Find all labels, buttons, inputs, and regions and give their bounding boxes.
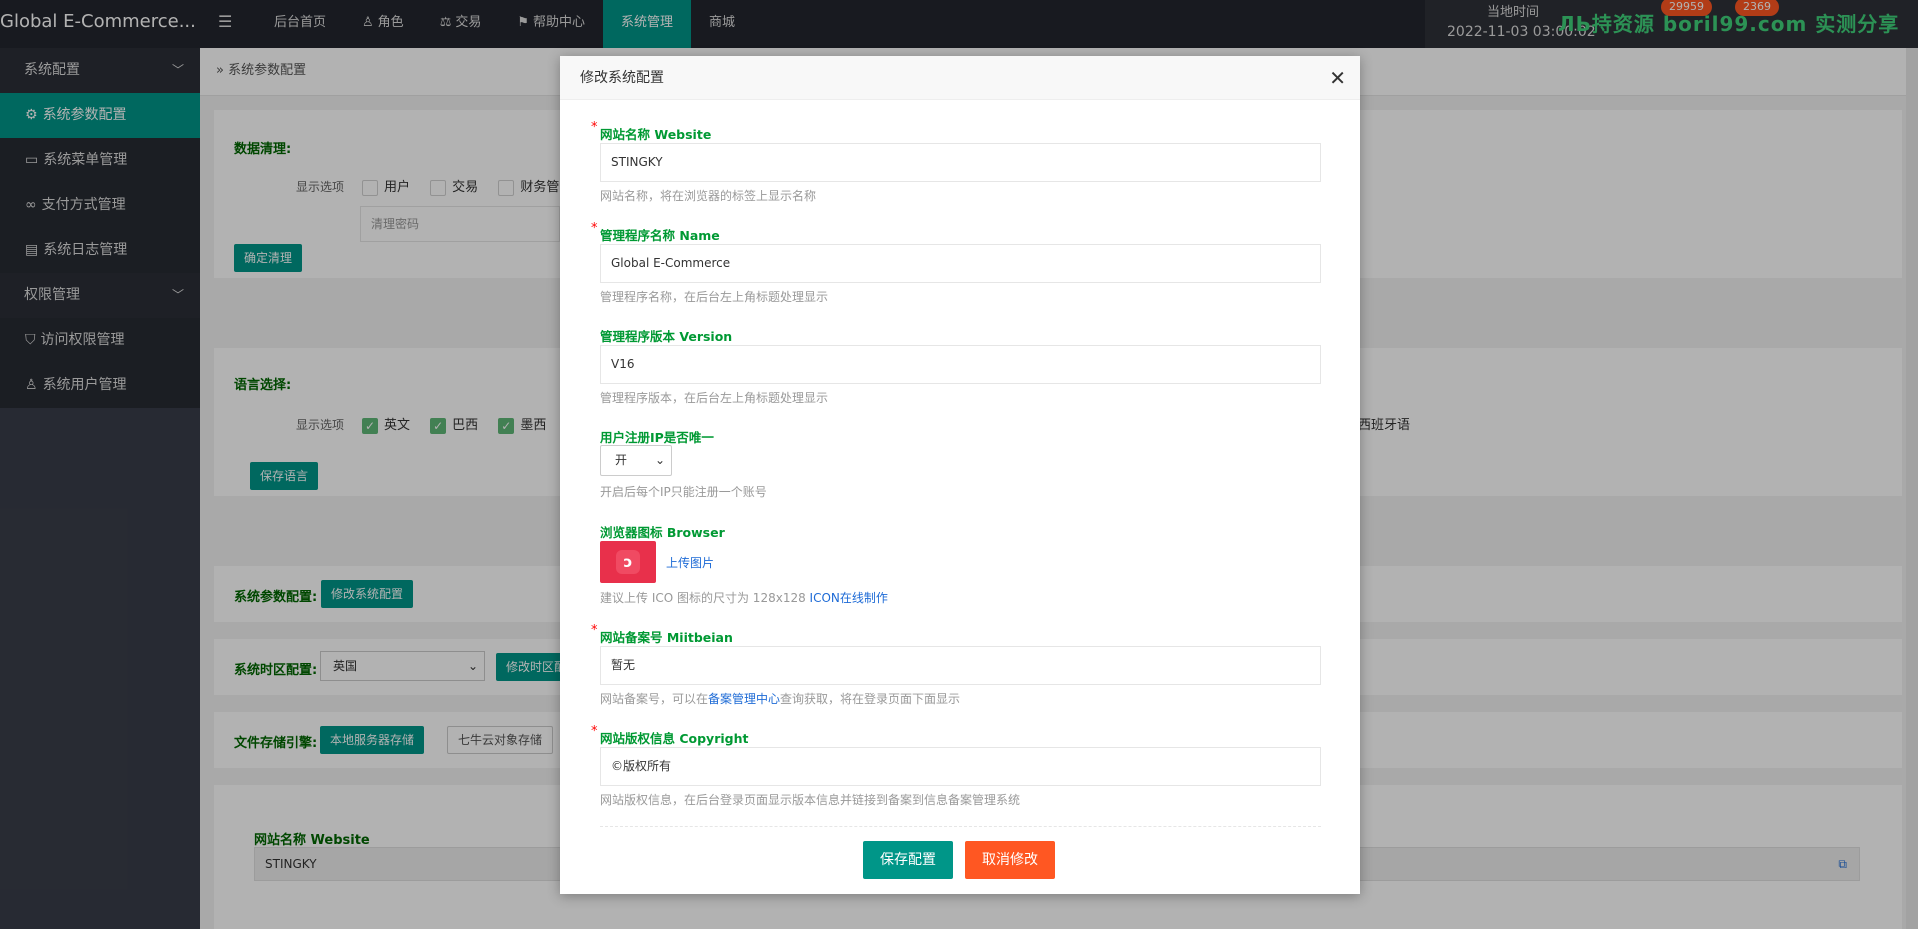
- required-mark: *: [591, 724, 598, 739]
- website-input[interactable]: STINGKY: [600, 143, 1321, 182]
- copyright-label: 网站版权信息 Copyright: [600, 731, 749, 746]
- app-name-label: 管理程序名称 Name: [600, 228, 720, 243]
- browser-icon-help: 建议上传 ICO 图标的尺寸为 128x128 ICON在线制作: [600, 589, 888, 606]
- modal-header: 修改系统配置 ✕: [560, 56, 1360, 100]
- miit-help-pre: 网站备案号，可以在: [600, 692, 709, 706]
- chevron-down-icon: ⌄: [654, 453, 665, 467]
- cancel-modify-button[interactable]: 取消修改: [965, 841, 1055, 879]
- ip-unique-label: 用户注册IP是否唯一: [600, 430, 714, 445]
- miit-help: 网站备案号，可以在备案管理中心查询获取，将在登录页面下面显示: [600, 690, 960, 707]
- required-mark: *: [591, 120, 598, 135]
- copyright-input[interactable]: ©版权所有: [600, 747, 1321, 786]
- miit-center-link[interactable]: 备案管理中心: [708, 692, 780, 706]
- copyright-help: 网站版权信息，在后台登录页面显示版本信息并链接到备案到信息备案管理系统: [600, 793, 1021, 807]
- save-config-button[interactable]: 保存配置: [863, 841, 953, 879]
- divider: [600, 826, 1321, 827]
- miit-input[interactable]: 暂无: [600, 646, 1321, 685]
- miit-label: 网站备案号 Miitbeian: [600, 630, 733, 645]
- miit-help-post: 查询获取，将在登录页面下面显示: [780, 692, 961, 706]
- modal-title: 修改系统配置: [580, 70, 664, 86]
- app-name-help: 管理程序名称，在后台左上角标题处理显示: [600, 290, 829, 304]
- logo-icon: ɔ: [616, 550, 640, 574]
- ip-unique-value: 开: [615, 453, 628, 467]
- upload-image-link[interactable]: 上传图片: [666, 554, 714, 571]
- ip-unique-help: 开启后每个IP只能注册一个账号: [600, 485, 767, 499]
- close-icon[interactable]: ✕: [1329, 56, 1346, 100]
- required-mark: *: [591, 623, 598, 638]
- version-input[interactable]: V16: [600, 345, 1321, 384]
- icon-maker-link[interactable]: ICON在线制作: [810, 591, 888, 605]
- browser-icon-label: 浏览器图标 Browser: [600, 525, 725, 540]
- app-name-input[interactable]: Global E-Commerce: [600, 244, 1321, 283]
- version-label: 管理程序版本 Version: [600, 329, 733, 344]
- ip-unique-select[interactable]: 开 ⌄: [600, 445, 672, 476]
- website-help: 网站名称，将在浏览器的标签上显示名称: [600, 189, 817, 203]
- edit-config-modal: 修改系统配置 ✕ * 网站名称 Website STINGKY 网站名称，将在浏…: [560, 56, 1360, 894]
- version-help: 管理程序版本，在后台左上角标题处理显示: [600, 391, 829, 405]
- browser-icon-help-text: 建议上传 ICO 图标的尺寸为 128x128: [600, 591, 810, 605]
- browser-icon-preview: ɔ: [600, 541, 656, 583]
- website-label: 网站名称 Website: [600, 127, 712, 142]
- required-mark: *: [591, 221, 598, 236]
